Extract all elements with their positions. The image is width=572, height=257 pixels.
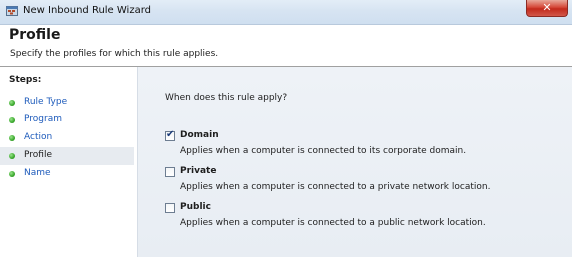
page-header: Profile Specify the profiles for which t… <box>0 25 572 67</box>
public-checkbox[interactable] <box>165 203 175 213</box>
public-description: Applies when a computer is connected to … <box>180 218 486 228</box>
private-checkbox[interactable] <box>165 167 175 177</box>
option-domain[interactable]: ✔ Domain Applies when a computer is conn… <box>165 129 555 163</box>
page-title: Profile <box>9 27 61 43</box>
step-label: Program <box>24 114 62 124</box>
domain-label[interactable]: Domain <box>180 130 219 140</box>
window-title: New Inbound Rule Wizard <box>23 5 151 16</box>
close-icon: ✕ <box>542 1 552 14</box>
steps-heading: Steps: <box>9 75 42 85</box>
content-area: When does this rule apply? ✔ Domain Appl… <box>138 67 572 257</box>
domain-checkbox[interactable]: ✔ <box>165 129 175 141</box>
step-label: Profile <box>24 150 52 160</box>
steps-panel: Steps: Rule Type Program Action Profile … <box>0 67 138 257</box>
close-button[interactable]: ✕ <box>526 0 568 17</box>
option-private[interactable]: Private Applies when a computer is conne… <box>165 166 555 199</box>
step-status-dot-icon <box>9 135 15 141</box>
checkmark-icon: ✔ <box>166 129 175 140</box>
step-action[interactable]: Action <box>0 129 134 147</box>
private-description: Applies when a computer is connected to … <box>180 182 491 192</box>
domain-description: Applies when a computer is connected to … <box>180 146 467 156</box>
step-status-dot-icon <box>9 153 15 159</box>
step-profile[interactable]: Profile <box>0 147 134 165</box>
step-program[interactable]: Program <box>0 111 134 129</box>
step-label: Action <box>24 132 53 142</box>
step-rule-type[interactable]: Rule Type <box>0 94 134 112</box>
private-label[interactable]: Private <box>180 166 216 176</box>
step-label: Name <box>24 168 51 178</box>
step-label: Rule Type <box>24 97 68 107</box>
step-status-dot-icon <box>9 100 15 106</box>
step-status-dot-icon <box>9 117 15 123</box>
page-subtitle: Specify the profiles for which this rule… <box>10 49 219 59</box>
wizard-window: New Inbound Rule Wizard ✕ Profile Specif… <box>0 0 572 257</box>
firewall-wizard-icon <box>6 6 18 16</box>
title-bar[interactable]: New Inbound Rule Wizard ✕ <box>0 0 572 25</box>
step-status-dot-icon <box>9 171 15 177</box>
option-public[interactable]: Public Applies when a computer is connec… <box>165 202 555 235</box>
public-label[interactable]: Public <box>180 202 211 212</box>
step-name[interactable]: Name <box>0 165 134 183</box>
rule-question: When does this rule apply? <box>165 93 288 103</box>
